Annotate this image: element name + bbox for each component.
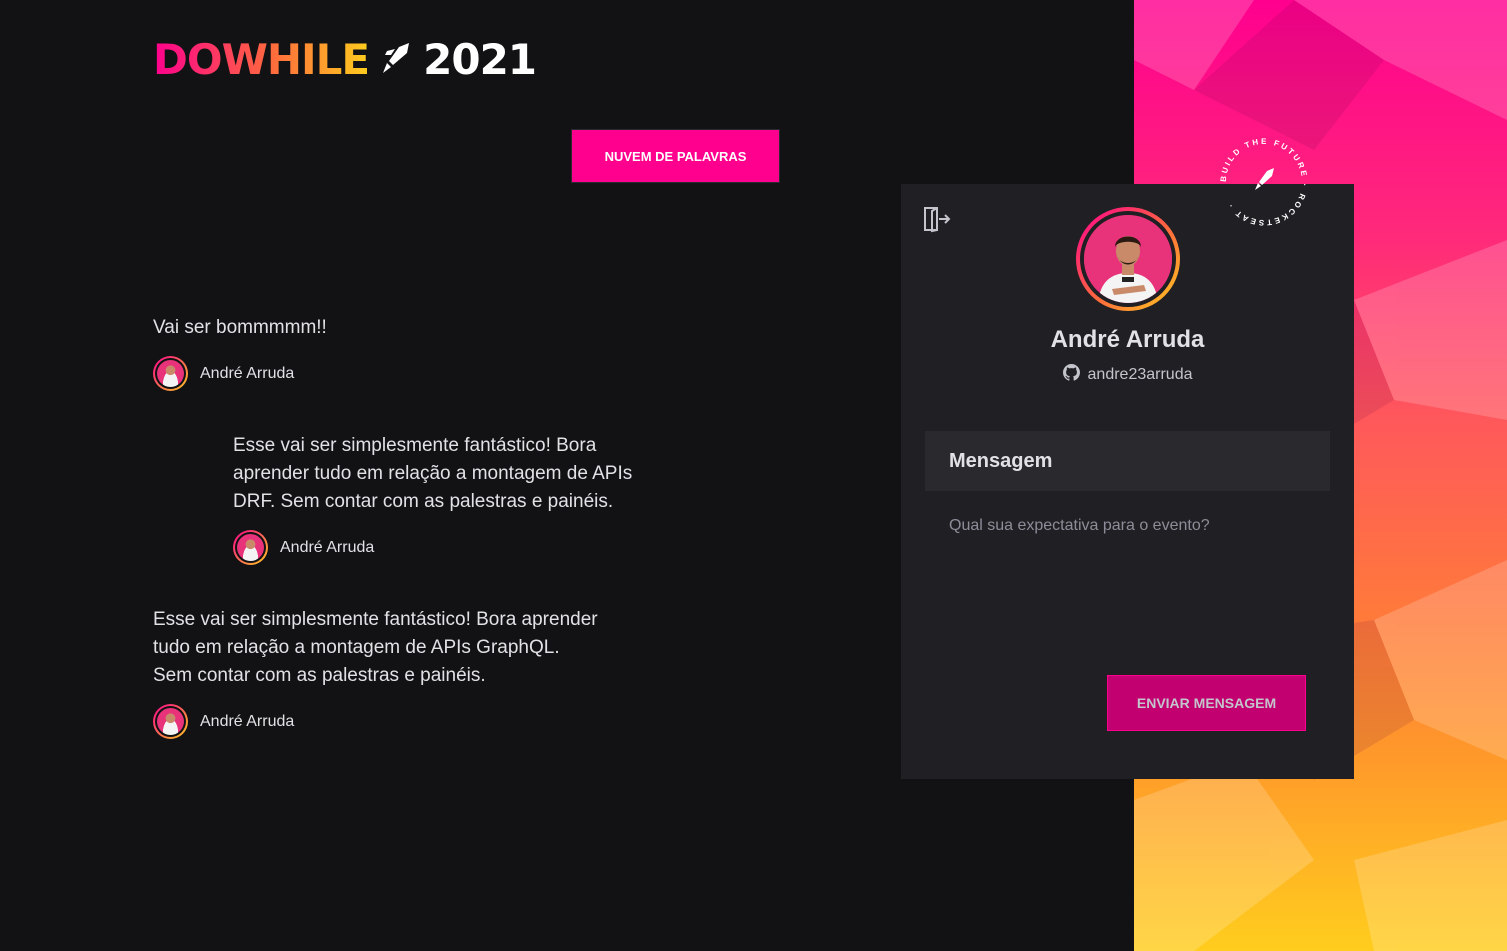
logo-year: 2021 [423,35,537,84]
avatar [153,356,188,391]
form-title: Mensagem [925,431,1330,491]
message-input[interactable] [925,491,1330,661]
rocket-icon [1255,168,1274,190]
word-cloud-button[interactable]: NUVEM DE PALAVRAS [571,129,780,183]
logo-word: DOWHILE [153,35,370,84]
message-text: Vai ser bommmmm!! [153,317,327,338]
app-root: DOWHILE 2021 NUVEM DE PALAVRAS Vai ser b… [0,0,1507,951]
message-item: Esse vai ser simplesmente fantástico! Bo… [153,606,603,739]
send-message-button[interactable]: ENVIAR MENSAGEM [1107,675,1306,731]
message-author: André Arruda [233,530,673,565]
message-item: Esse vai ser simplesmente fantástico! Bo… [233,432,673,565]
message-text: Esse vai ser simplesmente fantástico! Bo… [153,609,598,686]
sign-out-icon[interactable] [922,204,952,234]
github-login: andre23arruda [1087,366,1193,383]
author-name: André Arruda [200,364,295,382]
send-message-card: André Arruda andre23arruda Mensagem ENVI… [901,184,1354,779]
github-link[interactable]: andre23arruda [901,364,1354,386]
message-item: Vai ser bommmmm!! André Arruda [153,314,673,391]
author-name: André Arruda [200,712,295,730]
message-text: Esse vai ser simplesmente fantástico! Bo… [233,435,633,512]
dowhile-logo: DOWHILE 2021 [153,35,537,84]
author-name: André Arruda [280,538,375,556]
rocketseat-badge: BUILD THE FUTURE · ROCKETSEAT · [1214,132,1314,232]
user-name: André Arruda [1050,326,1205,353]
message-author: André Arruda [153,704,603,739]
avatar [233,530,268,565]
message-form: Mensagem ENVIAR MENSAGEM [925,431,1330,754]
rocket-icon [381,41,411,80]
user-avatar [1076,207,1180,311]
avatar [153,704,188,739]
message-author: André Arruda [153,356,673,391]
github-icon [1062,364,1080,386]
